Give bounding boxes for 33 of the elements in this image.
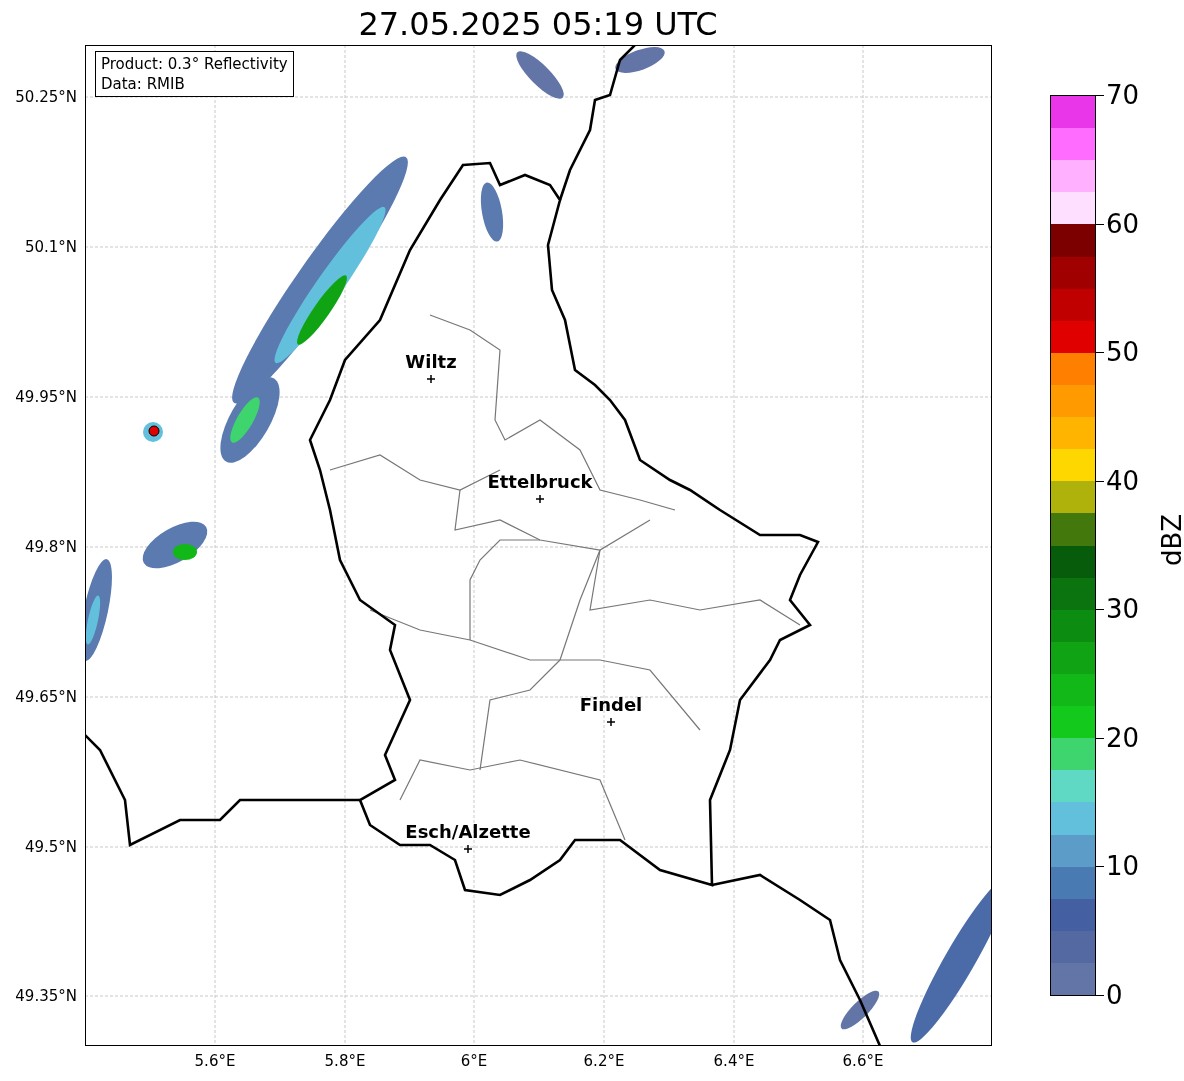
longitude-label: 6.6°E bbox=[842, 1052, 884, 1070]
colorbar-tick-label: 0 bbox=[1106, 980, 1123, 1010]
latitude-label: 50.25°N bbox=[15, 88, 77, 106]
longitude-label: 6°E bbox=[460, 1052, 488, 1070]
latitude-label: 49.5°N bbox=[24, 838, 77, 856]
city-label: Findel bbox=[579, 695, 643, 715]
city-marker-icon bbox=[427, 375, 435, 383]
latitude-label: 50.1°N bbox=[24, 238, 77, 256]
city-marker-icon bbox=[536, 495, 544, 503]
info-text: Data: RMIB bbox=[101, 74, 186, 94]
colorbar-tick-label: 70 bbox=[1106, 80, 1140, 110]
city-marker-icon bbox=[464, 845, 472, 853]
latitude-label: 49.65°N bbox=[15, 688, 77, 706]
longitude-label: 5.6°E bbox=[194, 1052, 236, 1070]
chart-title: 27.05.2025 05:19 UTC bbox=[358, 4, 718, 44]
colorbar-tick-label: 40 bbox=[1106, 465, 1140, 496]
longitude-label: 6.4°E bbox=[713, 1052, 755, 1070]
colorbar-tick-label: 10 bbox=[1106, 851, 1140, 882]
colorbar-tick-label: 60 bbox=[1106, 208, 1140, 239]
colorbar-label: dBZ bbox=[1157, 513, 1184, 567]
city-label: Wiltz bbox=[405, 352, 457, 372]
latitude-label: 49.35°N bbox=[15, 987, 77, 1005]
latitude-label: 49.95°N bbox=[15, 388, 77, 406]
latitude-label: 49.8°N bbox=[24, 538, 77, 556]
colorbar-tick-label: 50 bbox=[1106, 337, 1140, 368]
city-marker-icon bbox=[607, 718, 615, 726]
city-label: Esch/Alzette bbox=[405, 822, 531, 842]
colorbar-tick-label: 20 bbox=[1106, 722, 1140, 753]
longitude-label: 5.8°E bbox=[324, 1052, 366, 1070]
city-label: Ettelbruck bbox=[487, 472, 593, 492]
longitude-label: 6.2°E bbox=[583, 1052, 625, 1070]
info-text: Product: 0.3° Reflectivity bbox=[101, 54, 288, 74]
colorbar-tick-label: 30 bbox=[1106, 594, 1140, 625]
